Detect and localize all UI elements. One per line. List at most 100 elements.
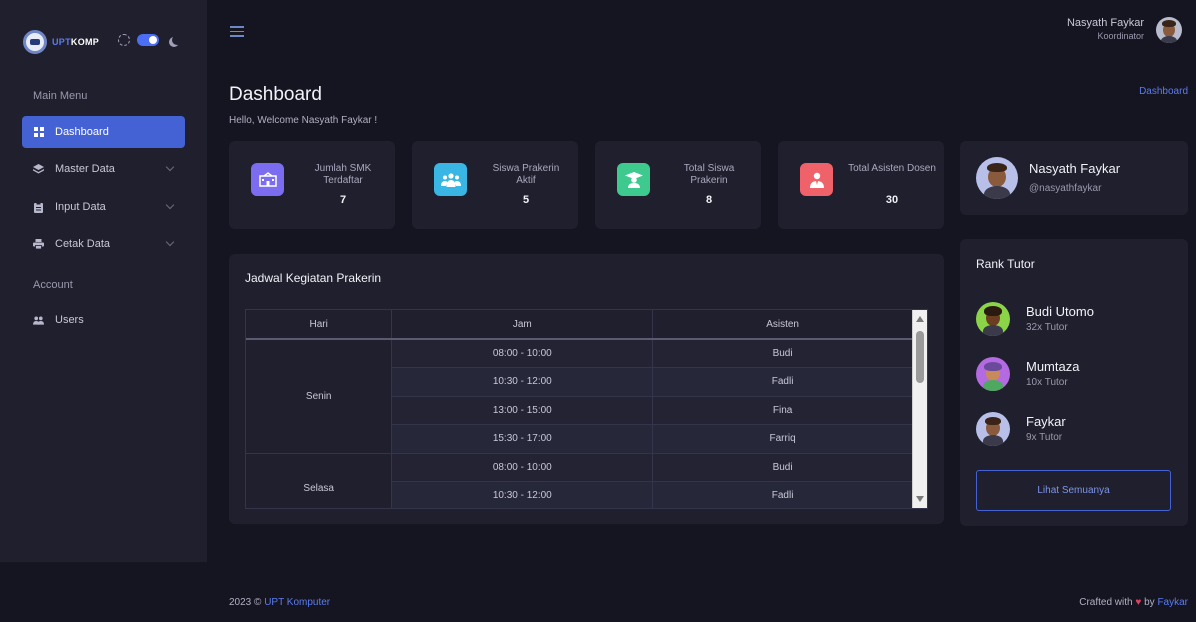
footer-credit: Crafted with ♥ by Faykar — [1079, 597, 1188, 608]
day-cell: Selasa — [246, 453, 393, 508]
stat-label: Total Asisten Dosen — [848, 163, 936, 174]
welcome-text: Hello, Welcome Nasyath Faykar ! — [229, 115, 378, 126]
profile-name: Nasyath Faykar — [1029, 161, 1121, 176]
assistant-cell: Fadli — [652, 481, 913, 508]
table-scrollbar[interactable] — [912, 310, 927, 508]
sidebar-item-label: Users — [55, 314, 84, 326]
schedule-title: Jadwal Kegiatan Prakerin — [245, 271, 382, 285]
time-cell: 08:00 - 10:00 — [391, 453, 654, 482]
tutor-count: 9x Tutor — [1026, 432, 1063, 443]
profile-handle: @nasyathfaykar — [1029, 183, 1102, 194]
graduate-icon — [617, 163, 650, 196]
time-cell: 08:00 - 10:00 — [391, 339, 654, 368]
stat-card-smk: Jumlah SMK Terdaftar 7 — [229, 141, 395, 229]
sidebar-item-master-data[interactable]: Master Data — [22, 153, 185, 185]
day-cell: Senin — [246, 339, 393, 454]
stat-card-siswa-aktif: Siswa Prakerin Aktif 5 — [412, 141, 578, 229]
time-cell: 10:30 - 12:00 — [391, 481, 654, 508]
footer-org-link[interactable]: UPT Komputer — [264, 597, 330, 608]
stat-value: 30 — [885, 194, 899, 206]
rank-tutor-card: Rank Tutor Budi Utomo 32x Tutor Mumtaza … — [960, 239, 1188, 526]
section-main-menu: Main Menu — [33, 90, 88, 102]
time-cell: 10:30 - 12:00 — [391, 367, 654, 397]
assistant-cell: Fadli — [652, 367, 913, 397]
chevron-down-icon — [165, 237, 175, 247]
layers-icon — [33, 164, 44, 175]
tutor-name: Faykar — [1026, 414, 1066, 429]
footer-copyright: 2023 © UPT Komputer — [229, 597, 331, 608]
stat-label: Siswa Prakerin Aktif — [492, 163, 560, 186]
tutor-count: 32x Tutor — [1026, 322, 1068, 333]
tutor-avatar — [976, 302, 1010, 336]
scroll-down-icon[interactable] — [916, 496, 924, 502]
chevron-down-icon — [165, 200, 175, 210]
assistant-cell: Farriq — [652, 424, 913, 454]
footer-author-link[interactable]: Faykar — [1157, 597, 1188, 608]
user-role: Koordinator — [1097, 31, 1144, 41]
brand-name: UPTKOMP — [52, 37, 100, 47]
assistant-cell: Budi — [652, 453, 913, 482]
column-header-jam: Jam — [391, 310, 654, 340]
time-cell: 13:00 - 15:00 — [391, 396, 654, 425]
stat-value: 5 — [522, 194, 530, 206]
theme-switcher — [118, 34, 182, 46]
brand-logo[interactable]: UPTKOMP — [23, 30, 99, 54]
stat-label: Jumlah SMK Terdaftar — [314, 163, 372, 186]
tutor-item[interactable]: Budi Utomo 32x Tutor — [976, 302, 1176, 338]
profile-card: Nasyath Faykar @nasyathfaykar — [960, 141, 1188, 215]
dark-mode-toggle[interactable] — [137, 34, 159, 46]
assistant-icon — [800, 163, 833, 196]
breadcrumb[interactable]: Dashboard — [1139, 86, 1188, 97]
sidebar-item-label: Cetak Data — [55, 238, 111, 250]
stat-card-total-siswa: Total Siswa Prakerin 8 — [595, 141, 761, 229]
tutor-name: Mumtaza — [1026, 359, 1080, 374]
schedule-card: Jadwal Kegiatan Prakerin Hari Jam Asiste… — [229, 254, 944, 524]
sidebar-item-input-data[interactable]: Input Data — [22, 191, 185, 223]
avatar[interactable] — [1156, 17, 1182, 43]
sidebar-item-users[interactable]: Users — [22, 304, 185, 336]
scrollbar-thumb[interactable] — [916, 331, 924, 383]
logo-icon — [23, 30, 47, 54]
stat-card-asisten: Total Asisten Dosen 30 — [778, 141, 944, 229]
time-cell: 15:30 - 17:00 — [391, 424, 654, 454]
page-title: Dashboard — [229, 84, 322, 105]
sidebar-item-label: Input Data — [55, 201, 106, 213]
school-icon — [251, 163, 284, 196]
scroll-up-icon[interactable] — [916, 316, 924, 322]
tutor-name: Budi Utomo — [1026, 304, 1094, 319]
clipboard-icon — [33, 201, 44, 213]
tutor-count: 10x Tutor — [1026, 377, 1068, 388]
sidebar-item-cetak-data[interactable]: Cetak Data — [22, 228, 185, 260]
stat-value: 7 — [339, 194, 347, 206]
stat-label: Total Siswa Prakerin — [683, 163, 735, 186]
users-icon — [33, 315, 44, 326]
tutor-item[interactable]: Faykar 9x Tutor — [976, 412, 1176, 448]
stat-value: 8 — [705, 194, 713, 206]
column-header-asisten: Asisten — [652, 310, 913, 340]
chevron-down-icon — [165, 162, 175, 172]
assistant-cell: Fina — [652, 396, 913, 425]
assistant-cell: Budi — [652, 339, 913, 368]
table-row: Senin 08:00 - 10:00 Budi — [246, 339, 913, 454]
menu-toggle-icon[interactable] — [230, 26, 244, 37]
user-name: Nasyath Faykar — [1066, 17, 1144, 29]
rank-title: Rank Tutor — [976, 257, 1035, 271]
tutor-avatar — [976, 357, 1010, 391]
sun-icon — [118, 34, 130, 46]
sidebar: UPTKOMP Main Menu Dashboard Master Data … — [0, 0, 207, 562]
profile-avatar — [976, 157, 1018, 199]
view-all-button[interactable]: Lihat Semuanya — [976, 470, 1171, 511]
schedule-table-container[interactable]: Hari Jam Asisten Senin 08:00 - 10:00 Bud… — [245, 309, 928, 509]
schedule-table: Hari Jam Asisten Senin 08:00 - 10:00 Bud… — [246, 310, 913, 508]
user-menu[interactable]: Nasyath Faykar Koordinator — [1067, 17, 1144, 41]
tutor-item[interactable]: Mumtaza 10x Tutor — [976, 357, 1176, 393]
heart-icon: ♥ — [1135, 597, 1142, 608]
sidebar-item-dashboard[interactable]: Dashboard — [22, 116, 185, 148]
moon-icon — [172, 35, 182, 45]
table-row: Selasa 08:00 - 10:00 Budi — [246, 453, 913, 508]
printer-icon — [33, 239, 44, 250]
section-account: Account — [33, 279, 73, 291]
sidebar-item-label: Master Data — [55, 163, 115, 175]
column-header-hari: Hari — [246, 310, 393, 340]
people-icon — [434, 163, 467, 196]
